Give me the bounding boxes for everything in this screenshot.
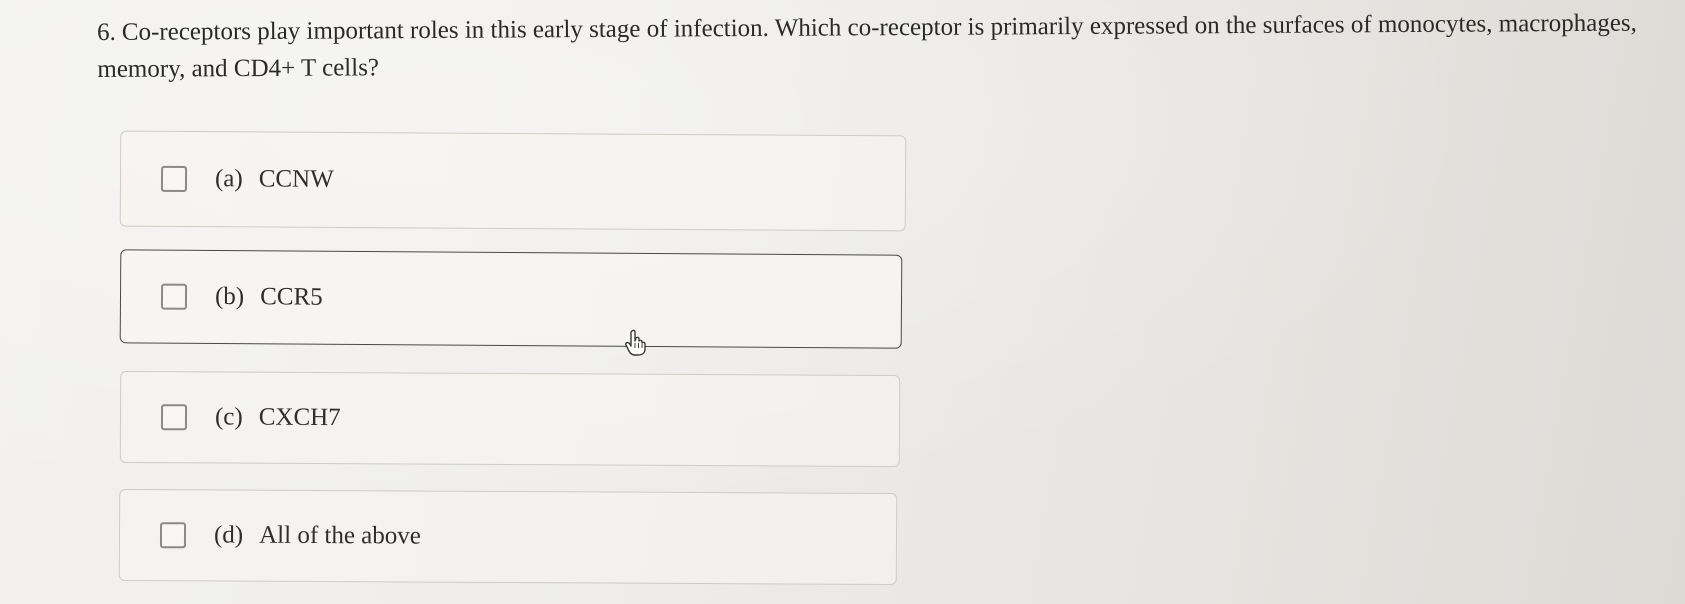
option-b-letter: (b): [214, 282, 245, 311]
option-a-label: CCNW: [258, 165, 334, 193]
hand-pointer-icon: [625, 329, 646, 356]
checkbox-option-a[interactable]: [160, 165, 188, 193]
checkbox-option-b[interactable]: [160, 283, 188, 310]
option-b[interactable]: (b) CCR5: [119, 249, 903, 349]
option-a[interactable]: (a) CCNW: [119, 130, 907, 232]
option-c[interactable]: (c) CXCH7: [119, 370, 901, 468]
option-d-letter: (d): [213, 521, 244, 549]
checkbox-option-c[interactable]: [160, 404, 188, 431]
option-a-letter: (a): [214, 165, 243, 193]
checkbox-option-d[interactable]: [159, 522, 187, 549]
answer-options: (a) CCNW (b) CCR5 (c) CXCH7 (d) All of t…: [0, 0, 1685, 604]
option-b-label: CCR5: [260, 283, 323, 311]
option-d-label: All of the above: [259, 521, 421, 550]
option-c-label: CXCH7: [258, 403, 341, 432]
option-c-letter: (c): [214, 403, 243, 431]
option-d[interactable]: (d) All of the above: [118, 488, 898, 586]
